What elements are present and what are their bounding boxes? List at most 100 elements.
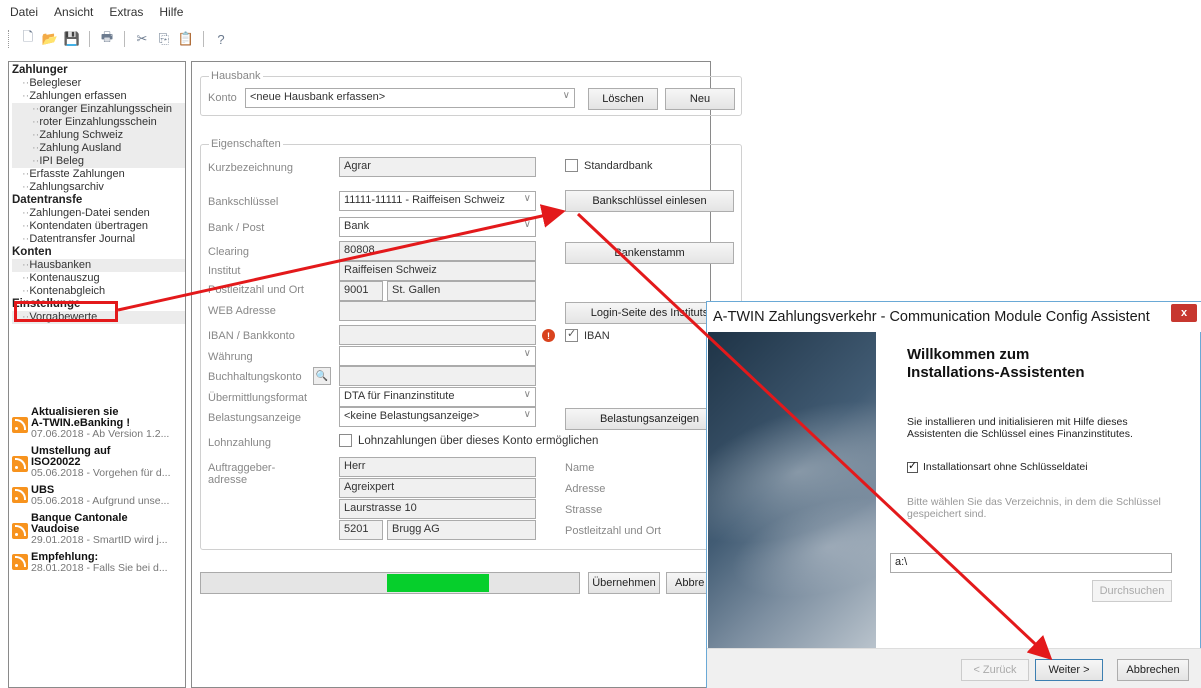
plz-ort-label: Postleitzahl und Ort bbox=[208, 284, 304, 296]
nav-heading-datentransfer[interactable]: Datentransfe bbox=[12, 194, 185, 207]
nav-item-zahlung-ausland[interactable]: ··Zahlung Ausland bbox=[12, 142, 185, 155]
path-input[interactable]: a:\ bbox=[890, 553, 1172, 573]
dialog-hint: Bitte wählen Sie das Verzeichnis, in dem… bbox=[907, 496, 1177, 520]
toolbar-separator bbox=[89, 31, 90, 47]
nav-item-kontenauszug[interactable]: ··Kontenauszug bbox=[12, 272, 185, 285]
strasse-label: Strasse bbox=[565, 504, 603, 516]
abbrechen-button[interactable]: Abbre bbox=[666, 572, 710, 594]
durchsuchen-button[interactable]: Durchsuchen bbox=[1092, 580, 1172, 602]
news-item[interactable]: Aktualisieren sie A-TWIN.eBanking ! 07.0… bbox=[9, 407, 185, 440]
uebermittlungsformat-label: Übermittlungsformat bbox=[208, 392, 308, 404]
nav-heading-zahlungen[interactable]: Zahlunger bbox=[12, 64, 185, 77]
belastungsanzeige-select[interactable]: <keine Belastungsanzeige> ∨ bbox=[339, 407, 536, 427]
nav-item-oranger-einzahlungsschein[interactable]: ··oranger Einzahlungsschein bbox=[12, 103, 185, 116]
news-subtitle: 05.06.2018 - Aufgrund unse... bbox=[31, 495, 170, 507]
ort-field[interactable]: St. Gallen bbox=[387, 281, 536, 301]
menu-hilfe[interactable]: Hilfe bbox=[159, 5, 183, 19]
toolbar-grip[interactable] bbox=[8, 30, 11, 48]
standardbank-label: Standardbank bbox=[584, 160, 653, 172]
nav-item-kontendaten-uebertragen[interactable]: ··Kontendaten übertragen bbox=[12, 220, 185, 233]
dialog-hint-line: Bitte wählen Sie das Verzeichnis, in dem… bbox=[907, 496, 1161, 508]
web-adresse-field[interactable] bbox=[339, 301, 536, 321]
strasse-field[interactable]: Laurstrasse 10 bbox=[339, 499, 536, 519]
nav-item-datentransfer-journal[interactable]: ··Datentransfer Journal bbox=[12, 233, 185, 246]
copy-icon[interactable]: ⎘ bbox=[155, 30, 173, 48]
buchhaltungskonto-field[interactable] bbox=[339, 366, 536, 386]
news-item[interactable]: Umstellung auf ISO20022 05.06.2018 - Vor… bbox=[9, 446, 185, 479]
paste-icon[interactable]: 📋 bbox=[177, 30, 195, 48]
ort2-field[interactable]: Brugg AG bbox=[387, 520, 536, 540]
name-field[interactable]: Herr bbox=[339, 457, 536, 477]
menu-ansicht[interactable]: Ansicht bbox=[54, 5, 93, 19]
iban-checkbox-label: IBAN bbox=[584, 330, 610, 342]
chevron-down-icon: ∨ bbox=[523, 193, 531, 204]
save-icon[interactable]: 💾 bbox=[63, 30, 81, 48]
nav-item-ipi-beleg[interactable]: ··IPI Beleg bbox=[12, 155, 185, 168]
news-item[interactable]: Banque Cantonale Vaudoise 29.01.2018 - S… bbox=[9, 513, 185, 546]
nav-item-zahlungen-erfassen[interactable]: ··Zahlungen erfassen bbox=[12, 90, 185, 103]
bank-post-select[interactable]: Bank ∨ bbox=[339, 217, 536, 237]
standardbank-checkbox[interactable] bbox=[565, 159, 578, 172]
waehrung-select[interactable]: ∨ bbox=[339, 346, 536, 366]
nav-heading-konten[interactable]: Konten bbox=[12, 246, 185, 259]
nav-item-kontenabgleich[interactable]: ··Kontenabgleich bbox=[12, 285, 185, 298]
plz2-field[interactable]: 5201 bbox=[339, 520, 383, 540]
dialog-intro-line: Sie installieren und initialisieren mit … bbox=[907, 416, 1128, 428]
bank-post-label: Bank / Post bbox=[208, 222, 265, 234]
open-icon[interactable]: 📂 bbox=[41, 30, 59, 48]
rss-icon bbox=[12, 523, 28, 539]
help-icon[interactable]: ? bbox=[212, 30, 230, 48]
news-subtitle: 28.01.2018 - Falls Sie bei d... bbox=[31, 562, 168, 574]
news-item[interactable]: UBS 05.06.2018 - Aufgrund unse... bbox=[9, 485, 185, 507]
nav-item-hausbanken[interactable]: ··Hausbanken bbox=[12, 259, 185, 272]
search-icon[interactable]: 🔍 bbox=[313, 367, 331, 385]
neu-button[interactable]: Neu bbox=[665, 88, 735, 110]
dialog-heading-2: Installations-Assistenten bbox=[907, 364, 1085, 381]
nav-item-zahlungsarchiv[interactable]: ··Zahlungsarchiv bbox=[12, 181, 185, 194]
iban-field[interactable] bbox=[339, 325, 536, 345]
clearing-field[interactable]: 80808 bbox=[339, 241, 536, 261]
iban-checkbox[interactable] bbox=[565, 327, 578, 342]
bankschluessel-einlesen-button[interactable]: Bankschlüssel einlesen bbox=[565, 190, 734, 212]
cut-icon[interactable]: ✂ bbox=[133, 30, 151, 48]
menu-datei[interactable]: Datei bbox=[10, 5, 38, 19]
uebernehmen-button[interactable]: Übernehmen bbox=[588, 572, 660, 594]
installationsart-checkbox[interactable] bbox=[907, 459, 918, 473]
zurueck-button[interactable]: < Zurück bbox=[961, 659, 1029, 681]
konto-select[interactable]: <neue Hausbank erfassen> ∨ bbox=[245, 88, 575, 108]
name-label: Name bbox=[565, 462, 595, 474]
nav-item-belegleser[interactable]: ··Belegleser bbox=[12, 77, 185, 90]
close-icon[interactable]: x bbox=[1171, 304, 1197, 322]
eigenschaften-legend: Eigenschaften bbox=[209, 138, 283, 150]
config-assistant-dialog: A-TWIN Zahlungsverkehr - Communication M… bbox=[706, 301, 1201, 688]
abbrechen-dialog-button[interactable]: Abbrechen bbox=[1117, 659, 1189, 681]
weiter-button[interactable]: Weiter > bbox=[1035, 659, 1103, 681]
belastungsanzeige-label: Belastungsanzeige bbox=[208, 412, 301, 424]
kurzbezeichnung-field[interactable]: Agrar bbox=[339, 157, 536, 177]
nav-item-zahlungen-datei-senden[interactable]: ··Zahlungen-Datei senden bbox=[12, 207, 185, 220]
dialog-heading: Willkommen zum bbox=[907, 346, 1030, 363]
bankschluessel-select[interactable]: 11111-11111 - Raiffeisen Schweiz ∨ bbox=[339, 191, 536, 211]
nav-item-zahlung-schweiz[interactable]: ··Zahlung Schweiz bbox=[12, 129, 185, 142]
nav-item-roter-einzahlungsschein[interactable]: ··roter Einzahlungsschein bbox=[12, 116, 185, 129]
dialog-intro-line: Assistenten die Schlüssel eines Finanzin… bbox=[907, 428, 1133, 440]
print-icon[interactable]: 🖶 bbox=[98, 29, 116, 48]
menu-extras[interactable]: Extras bbox=[109, 5, 143, 19]
plz-field[interactable]: 9001 bbox=[339, 281, 383, 301]
institut-label: Institut bbox=[208, 265, 241, 277]
news-item[interactable]: Empfehlung: 28.01.2018 - Falls Sie bei d… bbox=[9, 552, 185, 574]
installationsart-row[interactable]: Installationsart ohne Schlüsseldatei bbox=[907, 459, 1088, 473]
news-feed: Aktualisieren sie A-TWIN.eBanking ! 07.0… bbox=[9, 407, 185, 580]
error-icon: ! bbox=[542, 329, 555, 342]
toolbar: 🗋 📂 💾 🖶 ✂ ⎘ 📋 ? bbox=[0, 24, 1201, 54]
institut-field[interactable]: Raiffeisen Schweiz bbox=[339, 261, 536, 281]
uebermittlungsformat-select[interactable]: DTA für Finanzinstitute ∨ bbox=[339, 387, 536, 407]
menu-bar: Datei Ansicht Extras Hilfe bbox=[0, 0, 1201, 24]
lohnzahlung-checkbox-label: Lohnzahlungen über dieses Konto ermöglic… bbox=[358, 435, 599, 447]
bankenstamm-button[interactable]: Bankenstamm bbox=[565, 242, 734, 264]
loeschen-button[interactable]: Löschen bbox=[588, 88, 658, 110]
lohnzahlung-checkbox[interactable] bbox=[339, 434, 352, 447]
adresse-field[interactable]: Agreixpert bbox=[339, 478, 536, 498]
new-icon[interactable]: 🗋 bbox=[19, 29, 37, 48]
nav-item-erfasste-zahlungen[interactable]: ··Erfasste Zahlungen bbox=[12, 168, 185, 181]
